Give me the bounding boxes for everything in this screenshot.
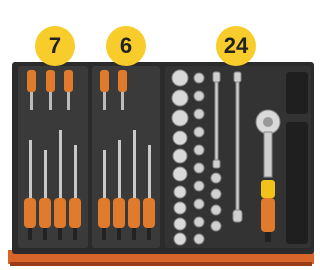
empty-slot-bottom bbox=[286, 122, 308, 244]
empty-slot-top bbox=[286, 72, 308, 114]
quantity-badge-sockets: 24 bbox=[216, 26, 256, 66]
quantity-badge-screwdrivers-right: 6 bbox=[106, 26, 146, 66]
quantity-badge-screwdrivers-left: 7 bbox=[35, 26, 75, 66]
short-screwdrivers-left bbox=[27, 70, 73, 92]
